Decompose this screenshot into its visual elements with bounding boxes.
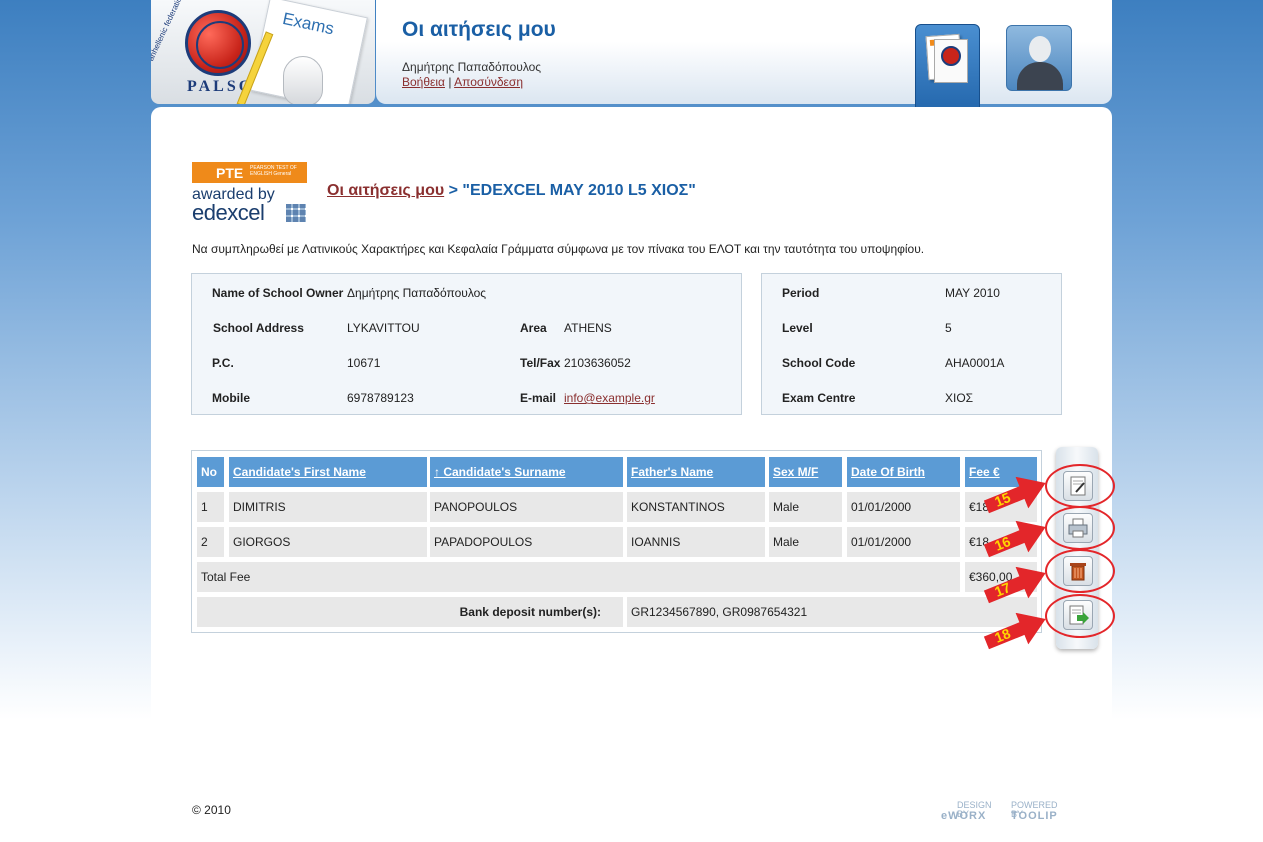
instructions-text: Να συμπληρωθεί με Λατινικούς Χαρακτήρες … — [192, 242, 925, 256]
sort-father-name-link[interactable]: Father's Name — [631, 465, 713, 479]
badge-edexcel: edexcel — [192, 200, 265, 225]
breadcrumb-applications-link[interactable]: Οι αιτήσεις μου — [327, 182, 444, 199]
mobile-value: 6978789123 — [347, 391, 414, 405]
breadcrumb-current: "EDEXCEL MAY 2010 L5 ΧΙΟΣ" — [462, 182, 696, 199]
copyright: © 2010 — [192, 803, 231, 817]
pte-edexcel-logo: PTE PEARSON TEST OF ENGLISH General awar… — [192, 162, 307, 225]
exam-info-box: Period MAY 2010 Level 5 School Code AHA0… — [761, 273, 1062, 415]
palso-logo[interactable]: Panhellenic federation of language schoo… — [151, 0, 375, 104]
table-cell: IOANNIS — [627, 527, 765, 557]
badge-top: PTE PEARSON TEST OF ENGLISH General — [192, 162, 307, 183]
eworx-link[interactable]: eWORX — [941, 810, 986, 822]
sort-sex-link[interactable]: Sex M/F — [773, 465, 818, 479]
application-document-icon — [934, 39, 968, 83]
col-header-surname[interactable]: ↑ Candidate's Surname — [430, 457, 623, 487]
help-link[interactable]: Βοήθεια — [402, 75, 445, 89]
table-cell: Male — [769, 527, 842, 557]
pc-label: P.C. — [212, 356, 234, 370]
col-header-no: No — [197, 457, 224, 487]
period-label: Period — [782, 286, 820, 300]
table-cell: 2 — [197, 527, 224, 557]
mobile-label: Mobile — [212, 391, 250, 405]
table-cell: PANOPOULOS — [430, 492, 623, 522]
sort-surname-link[interactable]: ↑ Candidate's Surname — [434, 465, 566, 479]
table-cell: 01/01/2000 — [847, 527, 960, 557]
breadcrumb-separator: > — [448, 182, 458, 199]
main-panel: PTE PEARSON TEST OF ENGLISH General awar… — [151, 107, 1112, 720]
page-title: Οι αιτήσεις μου — [402, 18, 556, 41]
address-label: School Address — [213, 321, 304, 335]
telfax-label: Tel/Fax — [520, 356, 561, 370]
bank-deposit-value: GR1234567890, GR0987654321 — [627, 597, 1037, 627]
globe-icon — [185, 10, 251, 76]
email-label: E-mail — [520, 391, 557, 405]
col-header-sex[interactable]: Sex M/F — [769, 457, 842, 487]
toolip-link[interactable]: TOOLIP — [1011, 810, 1058, 822]
candidates-table: No Candidate's First Name ↑ Candidate's … — [191, 450, 1042, 633]
highlight-ring — [1045, 464, 1115, 508]
table-cell: GIORGOS — [229, 527, 427, 557]
school-info-box: Name of School Owner Δημήτρης Παπαδόπουλ… — [191, 273, 742, 415]
user-body-icon — [1017, 62, 1063, 90]
col-header-first-name[interactable]: Candidate's First Name — [229, 457, 427, 487]
address-value: LYKAVITTOU — [347, 321, 420, 335]
owner-label: Name of School Owner — [212, 286, 344, 300]
table-cell: PAPADOPOULOS — [430, 527, 623, 557]
logout-link[interactable]: Αποσύνδεση — [454, 75, 523, 89]
col-header-dob[interactable]: Date Of Birth — [847, 457, 960, 487]
table-cell: Male — [769, 492, 842, 522]
sort-fee-link[interactable]: Fee € — [969, 465, 1000, 479]
user-avatar-icon — [1029, 36, 1051, 62]
col-header-father-name[interactable]: Father's Name — [627, 457, 765, 487]
exams-label: Exams — [280, 8, 336, 39]
sort-dob-link[interactable]: Date Of Birth — [851, 465, 925, 479]
badge-small-text: PEARSON TEST OF ENGLISH General — [250, 165, 297, 177]
school-code-value: AHA0001A — [945, 356, 1005, 370]
highlight-ring — [1045, 549, 1115, 593]
highlight-ring — [1045, 506, 1115, 550]
table-cell: DIMITRIS — [229, 492, 427, 522]
user-name: Δημήτρης Παπαδόπουλος — [402, 60, 542, 74]
tab-profile[interactable] — [1006, 25, 1072, 91]
link-separator: | — [448, 75, 452, 89]
exam-centre-value: ΧΙΟΣ — [945, 391, 974, 405]
user-links: Βοήθεια | Αποσύνδεση — [402, 75, 523, 89]
edexcel-grid-icon — [286, 204, 306, 222]
exam-centre-label: Exam Centre — [782, 391, 856, 405]
pc-value: 10671 — [347, 356, 381, 370]
level-value: 5 — [945, 321, 952, 335]
telfax-value: 2103636052 — [564, 356, 631, 370]
area-label: Area — [520, 321, 547, 335]
total-fee-label: Total Fee — [197, 562, 960, 592]
bank-deposit-label: Bank deposit number(s): — [197, 597, 623, 627]
sort-first-name-link[interactable]: Candidate's First Name — [233, 465, 366, 479]
level-label: Level — [782, 321, 813, 335]
table-cell: 01/01/2000 — [847, 492, 960, 522]
mouse-icon — [283, 56, 323, 104]
table-cell: KONSTANTINOS — [627, 492, 765, 522]
badge-pte: PTE — [216, 165, 244, 181]
area-value: ATHENS — [564, 321, 612, 335]
school-code-label: School Code — [782, 356, 856, 370]
owner-value: Δημήτρης Παπαδόπουλος — [347, 286, 487, 300]
email-link[interactable]: info@example.gr — [564, 391, 655, 405]
breadcrumb: Οι αιτήσεις μου > "EDEXCEL MAY 2010 L5 Χ… — [327, 182, 696, 200]
header-bar: Οι αιτήσεις μου Δημήτρης Παπαδόπουλος Βο… — [376, 0, 1112, 104]
period-value: MAY 2010 — [945, 286, 1000, 300]
highlight-ring — [1045, 594, 1115, 638]
table-cell: 1 — [197, 492, 224, 522]
